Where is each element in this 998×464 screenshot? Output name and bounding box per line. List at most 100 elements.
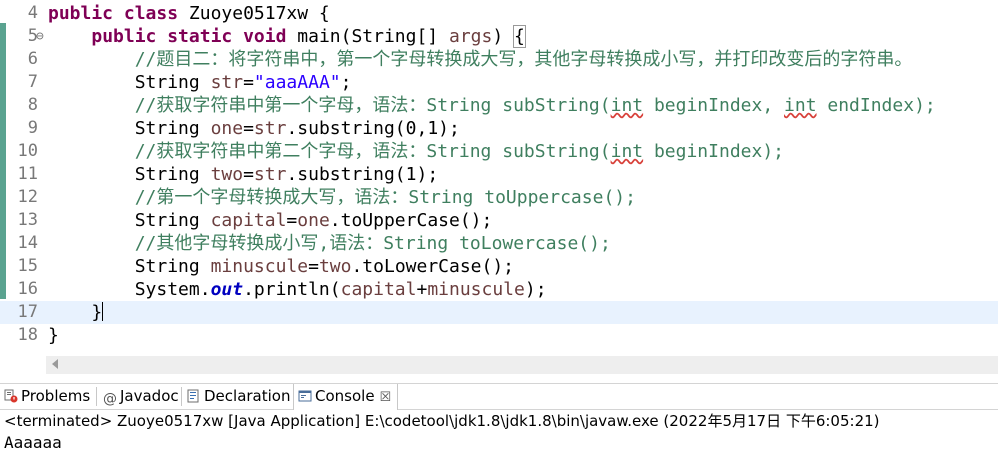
code-token: String [48,256,211,277]
spelling-warning-token: int [610,95,644,116]
code-line[interactable]: 17 } [0,301,998,324]
line-number: 11 [17,164,38,184]
static-field-token: out [210,279,244,300]
close-icon[interactable]: ☒ [380,385,392,410]
console-process-status: <terminated> Zuoye0517xw [Java Applicati… [4,412,880,430]
code-token: } [48,325,59,346]
code-text[interactable]: String two=str.substring(1); [48,163,438,186]
code-text[interactable]: //第一个字母转换成大写，语法：String toUppercase(); [48,186,636,209]
code-line[interactable]: 10 //获取字符串中第二个字母，语法：String subString(int… [0,140,998,163]
code-text[interactable]: } [48,301,104,324]
tab-javadoc[interactable]: @ Javadoc [103,384,179,409]
code-text[interactable]: //获取字符串中第二个字母，语法：String subString(int be… [48,140,784,163]
code-text[interactable]: //题目二：将字符串中，第一个字母转换成大写，其他字母转换成小写，并打印改变后的… [48,48,913,71]
tab-declaration[interactable]: Declaration [187,384,290,409]
code-token: } [48,302,103,323]
code-line[interactable]: 7 String str="aaaAAA"; [0,71,998,94]
code-line[interactable]: 9 String one=str.substring(0,1); [0,117,998,140]
comment-token: //获取字符串中第一个字母，语法：String subString( [134,95,611,116]
code-text[interactable]: String str="aaaAAA"; [48,71,352,94]
code-editor[interactable]: 4 public class Zuoye0517xw {5 ⊖ public sta… [0,0,998,355]
code-token: = [286,210,298,231]
string-literal-token: "aaaAAA" [253,72,341,93]
tab-problems-label: Problems [21,387,91,405]
scroll-left-arrow-icon[interactable] [52,359,58,369]
code-token: String [48,72,211,93]
line-number: 9 [27,118,38,138]
code-line[interactable]: 4 public class Zuoye0517xw { [0,2,998,25]
code-text[interactable]: //获取字符串中第一个字母，语法：String subString(int be… [48,94,936,117]
code-text[interactable]: String capital=one.toUpperCase(); [48,209,493,232]
code-line[interactable]: 18} [0,324,998,347]
code-token: .substring(0,1); [286,118,460,139]
code-text[interactable]: public static void main(String[] args) { [48,25,526,48]
code-token: String [48,164,211,185]
line-number: 7 [27,72,38,92]
code-token: .toLowerCase(); [351,256,515,277]
code-token: String [48,210,211,231]
code-token: ) [492,26,515,47]
code-token: .toUpperCase(); [329,210,493,231]
line-number: 14 [17,233,38,253]
code-text[interactable]: public class Zuoye0517xw { [48,2,330,25]
comment-token: //其他字母转换成小写,语法：String toLowercase(); [134,233,611,254]
code-line[interactable]: 6 //题目二：将字符串中，第一个字母转换成大写，其他字母转换成小写，并打印改变… [0,48,998,71]
code-text[interactable]: System.out.println(capital+minuscule); [48,278,547,301]
console-output[interactable]: Aaaaaa [4,432,62,454]
variable-token: two [210,164,244,185]
variable-token: one [297,210,330,231]
code-text[interactable]: //其他字母转换成小写,语法：String toLowercase(); [48,232,611,255]
console-icon [298,386,312,411]
horizontal-scrollbar[interactable] [46,356,998,374]
fold-collapse-icon[interactable]: ⊖ [36,25,44,48]
code-token: = [308,256,319,277]
code-line[interactable]: 11 String two=str.substring(1); [0,163,998,186]
code-token: ); [524,279,547,300]
tab-declaration-label: Declaration [204,387,291,405]
comment-token: //获取字符串中第二个字母，语法：String subString( [134,141,611,162]
code-line[interactable]: 14 //其他字母转换成小写,语法：String toLowercase(); [0,232,998,255]
comment-token: //题目二：将字符串中，第一个字母转换成大写，其他字母转换成小写，并打印改变后的… [134,49,913,70]
code-text[interactable]: } [48,324,59,347]
code-line[interactable]: 5 ⊖ public static void main(String[] args… [0,25,998,48]
code-token: String [48,118,211,139]
variable-token: str [210,72,244,93]
code-token: .println( [243,279,341,300]
code-text[interactable]: String one=str.substring(0,1); [48,117,460,140]
line-number: 16 [17,279,38,299]
keyword-token: public static void [91,26,298,47]
code-line[interactable]: 8 //获取字符串中第一个字母，语法：String subString(int … [0,94,998,117]
tab-console[interactable]: Console ☒ [293,384,399,411]
javadoc-at-icon: @ [103,391,117,407]
spelling-warning-token: int [610,141,644,162]
code-line[interactable]: 15 String minuscule=two.toLowerCase(); [0,255,998,278]
view-tab-bar: Problems @ Javadoc Declaration Console ☒ [0,383,998,410]
code-token: main(String[] [297,26,449,47]
tab-divider [96,387,97,406]
line-number: 6 [27,49,38,69]
code-line[interactable]: 12 //第一个字母转换成大写，语法：String toUppercase(); [0,186,998,209]
tab-console-label: Console [315,387,375,405]
variable-token: args [448,26,493,47]
code-line[interactable]: 16 System.out.println(capital+minuscule)… [0,278,998,301]
code-line[interactable]: 13 String capital=one.toUpperCase(); [0,209,998,232]
keyword-token: public class [48,3,189,24]
variable-token: capital [340,279,417,300]
tab-problems[interactable]: Problems [4,384,90,409]
code-token: .substring(1); [286,164,439,185]
code-token: = [243,164,254,185]
spelling-warning-token: int [784,95,817,116]
line-number: 4 [27,3,38,23]
code-text[interactable]: String minuscule=two.toLowerCase(); [48,255,514,278]
line-number: 18 [17,325,38,345]
matched-bracket-token: { [513,25,526,48]
problems-icon [4,386,18,411]
line-number: 5 [27,26,38,46]
line-number: 17 [17,302,38,322]
